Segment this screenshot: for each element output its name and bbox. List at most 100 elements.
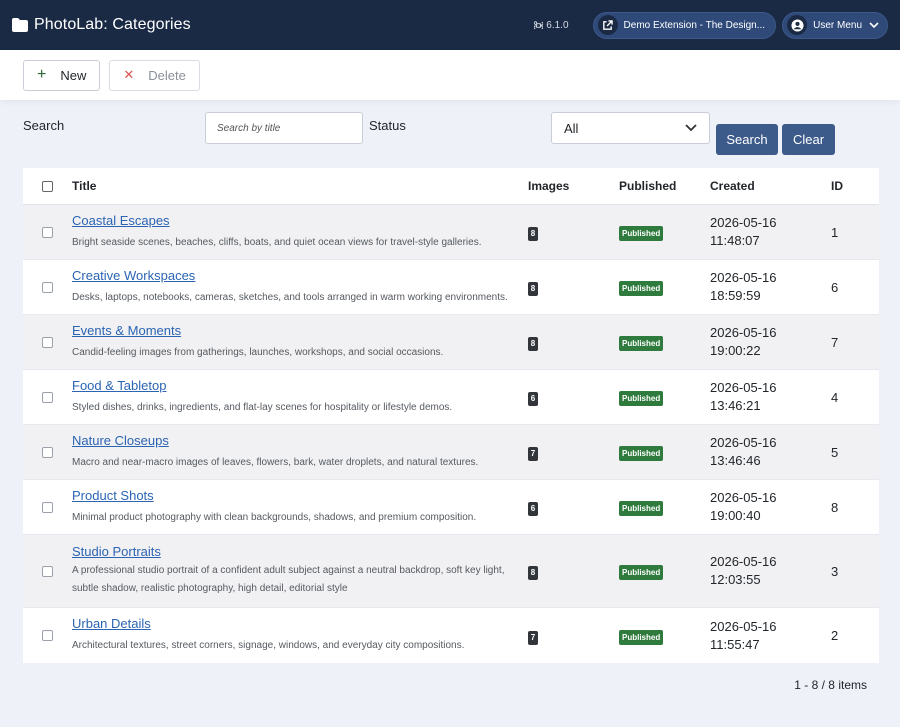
status-badge: Published [619, 629, 664, 645]
chevron-down-icon [869, 21, 879, 28]
category-id: 3 [831, 563, 839, 579]
row-checkbox[interactable] [42, 226, 53, 238]
created-time: 13:46:21 [710, 398, 761, 413]
clear-button[interactable]: Clear [782, 124, 835, 155]
category-description: Architectural textures, street corners, … [72, 640, 465, 651]
status-badge: Published [619, 226, 664, 241]
column-title[interactable]: Title [72, 179, 528, 193]
category-title-link[interactable]: Urban Details [72, 616, 518, 631]
created-date: 2026-05-16 [710, 270, 777, 285]
user-menu-button[interactable]: User Menu [782, 11, 888, 39]
category-description: A professional studio portrait of a conf… [72, 565, 505, 594]
created-date: 2026-05-16 [710, 325, 777, 340]
delete-button-label: Delete [148, 67, 186, 83]
categories-table: Title Images Published Created ID Coasta… [23, 168, 879, 663]
image-count-badge: 8 [528, 337, 538, 351]
row-checkbox[interactable] [42, 281, 53, 293]
category-id: 1 [831, 224, 839, 240]
category-id: 2 [831, 628, 839, 643]
user-icon [787, 15, 808, 35]
image-count-badge: 7 [528, 447, 538, 461]
created-time: 19:00:22 [710, 343, 761, 358]
status-badge: Published [619, 391, 664, 406]
table-row: Nature Closeups Macro and near-macro ima… [23, 425, 879, 480]
status-badge: Published [619, 281, 664, 296]
row-checkbox[interactable] [42, 391, 53, 403]
chevron-down-icon [673, 113, 709, 143]
category-id: 8 [831, 499, 839, 515]
new-button[interactable]: + New [23, 59, 101, 91]
column-created[interactable]: Created [710, 177, 831, 195]
new-button-label: New [60, 67, 87, 83]
status-badge: Published [619, 336, 664, 351]
category-description: Macro and near-macro images of leaves, f… [72, 456, 479, 468]
pagination-summary: 1 - 8 / 8 items [794, 678, 867, 692]
close-icon: ✕ [123, 67, 135, 82]
row-checkbox[interactable] [42, 630, 53, 641]
command-icon [534, 20, 544, 29]
table-row: Food & Tabletop Styled dishes, drinks, i… [23, 370, 879, 425]
created-date: 2026-05-16 [710, 435, 777, 450]
status-badge: Published [619, 501, 664, 516]
category-title-link[interactable]: Coastal Escapes [72, 213, 518, 228]
status-select[interactable]: All [551, 112, 710, 144]
column-images[interactable]: Images [528, 179, 619, 193]
search-label: Search [23, 118, 65, 133]
column-id[interactable]: ID [831, 179, 879, 193]
category-title-link[interactable]: Creative Workspaces [72, 268, 518, 283]
category-title-link[interactable]: Nature Closeups [72, 433, 518, 448]
version-number: 6.1.0 [546, 19, 569, 31]
table-row: Events & Moments Candid-feeling images f… [23, 315, 879, 370]
version-label: 6.1.0 [534, 19, 569, 31]
row-checkbox[interactable] [42, 446, 53, 458]
plus-icon: + [37, 66, 47, 83]
status-badge: Published [619, 446, 664, 461]
row-checkbox[interactable] [42, 336, 53, 348]
created-date: 2026-05-16 [710, 215, 777, 230]
created-time: 12:03:55 [710, 572, 761, 587]
image-count-badge: 8 [528, 227, 538, 241]
page-title: PhotoLab: Categories [34, 16, 191, 33]
site-link-button[interactable]: Demo Extension - The Design... [592, 11, 777, 39]
category-title-link[interactable]: Food & Tabletop [72, 378, 518, 393]
category-description: Candid-feeling images from gatherings, l… [72, 346, 444, 358]
category-id: 4 [831, 389, 839, 405]
category-description: Bright seaside scenes, beaches, cliffs, … [72, 236, 482, 248]
site-link-label: Demo Extension - The Design... [623, 19, 766, 31]
image-count-badge: 8 [528, 566, 538, 580]
status-label: Status [369, 118, 406, 133]
category-description: Desks, laptops, notebooks, cameras, sket… [72, 291, 508, 303]
top-header: PhotoLab: Categories 6.1.0 Demo Extensio… [0, 0, 900, 50]
created-date: 2026-05-16 [710, 490, 777, 505]
select-all-checkbox[interactable] [42, 180, 53, 192]
created-time: 13:46:46 [710, 453, 761, 468]
search-button[interactable]: Search [716, 124, 778, 155]
table-row: Creative Workspaces Desks, laptops, note… [23, 260, 879, 315]
image-count-badge: 6 [528, 392, 538, 406]
user-menu-label: User Menu [813, 19, 862, 31]
row-checkbox[interactable] [42, 501, 53, 513]
folder-icon [12, 18, 28, 32]
created-date: 2026-05-16 [710, 380, 777, 395]
created-time: 19:00:40 [710, 508, 761, 523]
created-date: 2026-05-16 [710, 554, 777, 569]
created-time: 11:48:07 [710, 233, 760, 248]
category-title-link[interactable]: Studio Portraits [72, 544, 518, 559]
category-title-link[interactable]: Events & Moments [72, 323, 518, 338]
created-time: 11:55:47 [710, 636, 760, 652]
row-checkbox[interactable] [42, 565, 53, 577]
category-id: 7 [831, 334, 839, 350]
table-row: Product Shots Minimal product photograph… [23, 480, 879, 535]
status-select-value: All [564, 120, 579, 136]
created-time: 18:59:59 [710, 288, 761, 303]
category-title-link[interactable]: Product Shots [72, 488, 518, 503]
filter-bar: Search Status All Search Clear [0, 100, 900, 168]
image-count-badge: 6 [528, 502, 538, 516]
image-count-badge: 8 [528, 282, 538, 296]
action-toolbar: + New ✕ Delete [0, 50, 900, 100]
category-id: 6 [831, 279, 839, 295]
delete-button[interactable]: ✕ Delete [109, 59, 200, 91]
column-published[interactable]: Published [619, 179, 710, 193]
search-input[interactable] [205, 112, 363, 144]
category-description: Minimal product photography with clean b… [72, 511, 477, 523]
